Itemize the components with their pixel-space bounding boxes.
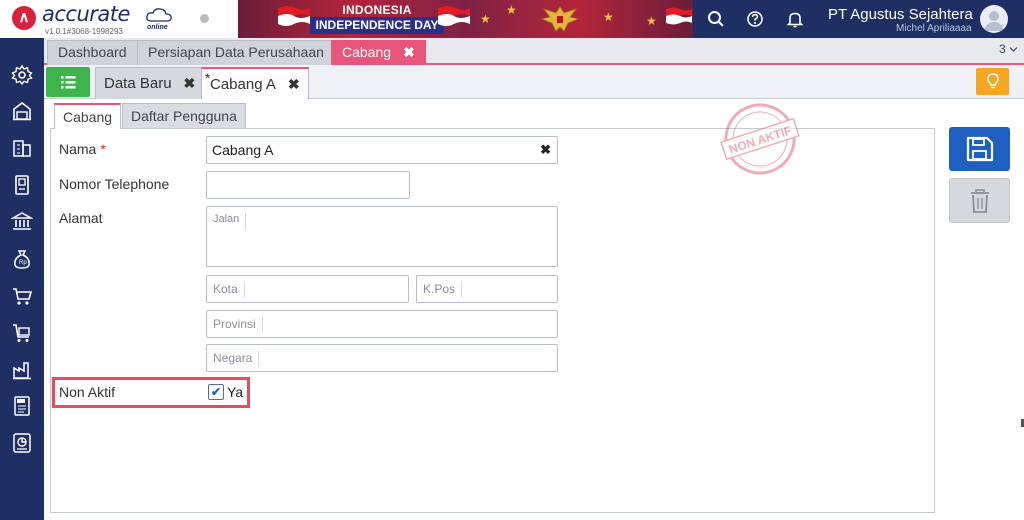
cloud-icon bbox=[146, 8, 172, 22]
highlight-annotation bbox=[52, 377, 250, 408]
svg-text:Rp: Rp bbox=[19, 260, 27, 266]
form-tab-cabang[interactable]: Cabang bbox=[54, 103, 122, 129]
star-icon: ★ bbox=[646, 14, 657, 28]
tab-label: Cabang A bbox=[210, 76, 276, 93]
report-icon[interactable] bbox=[11, 432, 33, 454]
delete-button[interactable] bbox=[949, 178, 1010, 223]
negara-placeholder: Negara bbox=[213, 351, 260, 367]
flag-icon bbox=[438, 6, 470, 26]
jalan-field[interactable]: Jalan bbox=[206, 206, 558, 267]
user-icon bbox=[984, 11, 1004, 31]
star-icon: ★ bbox=[506, 3, 517, 17]
logo-text: accurate bbox=[42, 2, 130, 26]
tab-count-dropdown[interactable]: 3 bbox=[999, 42, 1018, 56]
negara-field[interactable]: Negara bbox=[206, 344, 558, 372]
flag-icon bbox=[666, 7, 692, 25]
tab-label: Data Baru bbox=[104, 75, 172, 92]
kpos-placeholder: K.Pos bbox=[423, 282, 463, 298]
tab-dashboard[interactable]: Dashboard bbox=[47, 40, 138, 65]
nama-label-text: Nama bbox=[59, 141, 97, 157]
telepon-field[interactable] bbox=[206, 171, 410, 199]
close-icon[interactable]: ✖ bbox=[184, 75, 196, 91]
provinsi-placeholder: Provinsi bbox=[213, 317, 263, 333]
tab-count-value: 3 bbox=[998, 42, 1006, 56]
form-tab-daftar-pengguna[interactable]: Daftar Pengguna bbox=[122, 103, 246, 129]
tab-label: Dashboard bbox=[58, 44, 127, 60]
kpos-field[interactable]: K.Pos bbox=[416, 275, 558, 303]
telepon-label: Nomor Telephone bbox=[59, 176, 170, 192]
form-tab-label: Cabang bbox=[63, 109, 113, 125]
kota-placeholder: Kota bbox=[213, 282, 245, 298]
accurate-logo-icon: ∧ bbox=[12, 6, 36, 30]
star-icon: ★ bbox=[480, 12, 491, 26]
tab-cabang-a[interactable]: * Cabang A ✖ bbox=[201, 67, 309, 99]
list-icon bbox=[61, 76, 76, 89]
kota-field[interactable]: Kota bbox=[206, 275, 409, 303]
tab-cabang[interactable]: Cabang ✖ bbox=[331, 40, 426, 65]
star-icon: ★ bbox=[603, 10, 614, 24]
nama-field[interactable]: Cabang A ✖ bbox=[206, 136, 558, 164]
lightbulb-icon bbox=[986, 73, 999, 89]
version-label: v1.0.1#3068-1998293 bbox=[45, 27, 123, 36]
close-icon[interactable]: ✖ bbox=[403, 44, 415, 60]
top-bar: ∧ accurate online v1.0.1#3068-1998293 IN… bbox=[0, 0, 1024, 38]
alamat-label: Alamat bbox=[59, 210, 103, 226]
close-icon[interactable]: ✖ bbox=[288, 76, 300, 92]
tab-label: Persiapan Data Perusahaan bbox=[148, 44, 324, 60]
logo-subtitle: online bbox=[147, 24, 168, 31]
form-tab-label: Daftar Pengguna bbox=[131, 108, 237, 124]
modified-marker: * bbox=[205, 70, 211, 86]
tab-data-baru[interactable]: Data Baru ✖ bbox=[95, 67, 205, 99]
save-icon bbox=[966, 136, 994, 162]
tab-label: Cabang bbox=[342, 44, 392, 60]
logo-area[interactable]: ∧ accurate online v1.0.1#3068-1998293 bbox=[0, 0, 238, 38]
flag-icon bbox=[278, 6, 310, 26]
bank-icon[interactable] bbox=[11, 210, 33, 232]
banner-title-line1: INDONESIA bbox=[342, 3, 412, 17]
record-tab-bar: Data Baru ✖ * Cabang A ✖ bbox=[44, 65, 1024, 99]
list-view-button[interactable] bbox=[46, 67, 90, 97]
trash-icon bbox=[971, 189, 989, 213]
form-panel: Nama * Cabang A ✖ Nomor Telephone Alamat… bbox=[50, 128, 935, 513]
avatar[interactable] bbox=[980, 5, 1008, 33]
status-dot bbox=[200, 14, 209, 23]
money-bag-icon[interactable]: Rp bbox=[11, 248, 33, 270]
save-button[interactable] bbox=[949, 127, 1010, 171]
non-aktif-stamp: NON AKTIF bbox=[720, 103, 800, 175]
required-marker: * bbox=[100, 141, 106, 157]
clear-icon[interactable]: ✖ bbox=[540, 142, 551, 158]
tab-persiapan-data-perusahaan[interactable]: Persiapan Data Perusahaan bbox=[137, 40, 335, 65]
cart-box-icon[interactable] bbox=[11, 322, 33, 344]
nama-label: Nama * bbox=[59, 141, 106, 157]
independence-day-banner: INDONESIA INDEPENDENCE DAY ★ ★ ★ ★ bbox=[238, 0, 693, 38]
warehouse-icon[interactable] bbox=[11, 100, 33, 122]
banner-title-line2: INDEPENDENCE DAY bbox=[310, 17, 444, 34]
user-name[interactable]: Michel Apriliaaaa bbox=[896, 23, 972, 34]
cart-icon[interactable] bbox=[11, 285, 33, 307]
main-tab-bar: Dashboard Persiapan Data Perusahaan Caba… bbox=[44, 38, 1024, 65]
tax-icon[interactable] bbox=[11, 395, 33, 417]
factory-icon[interactable] bbox=[11, 359, 33, 381]
bell-icon[interactable] bbox=[785, 9, 805, 29]
tips-button[interactable] bbox=[976, 68, 1009, 95]
search-icon[interactable] bbox=[706, 9, 726, 29]
settings-icon[interactable] bbox=[11, 64, 33, 86]
ledger-icon[interactable] bbox=[11, 174, 33, 196]
provinsi-field[interactable]: Provinsi bbox=[206, 310, 558, 338]
nama-value: Cabang A bbox=[212, 142, 274, 158]
chevron-down-icon bbox=[1009, 47, 1018, 52]
garuda-icon bbox=[540, 6, 580, 32]
jalan-placeholder: Jalan bbox=[213, 213, 247, 229]
help-icon[interactable] bbox=[745, 9, 765, 29]
sidebar: Rp bbox=[0, 38, 44, 520]
content-area: Cabang Daftar Pengguna Nama * Cabang A ✖… bbox=[44, 99, 1024, 520]
company-name[interactable]: PT Agustus Sejahtera bbox=[828, 6, 973, 23]
building-icon[interactable] bbox=[11, 137, 33, 159]
